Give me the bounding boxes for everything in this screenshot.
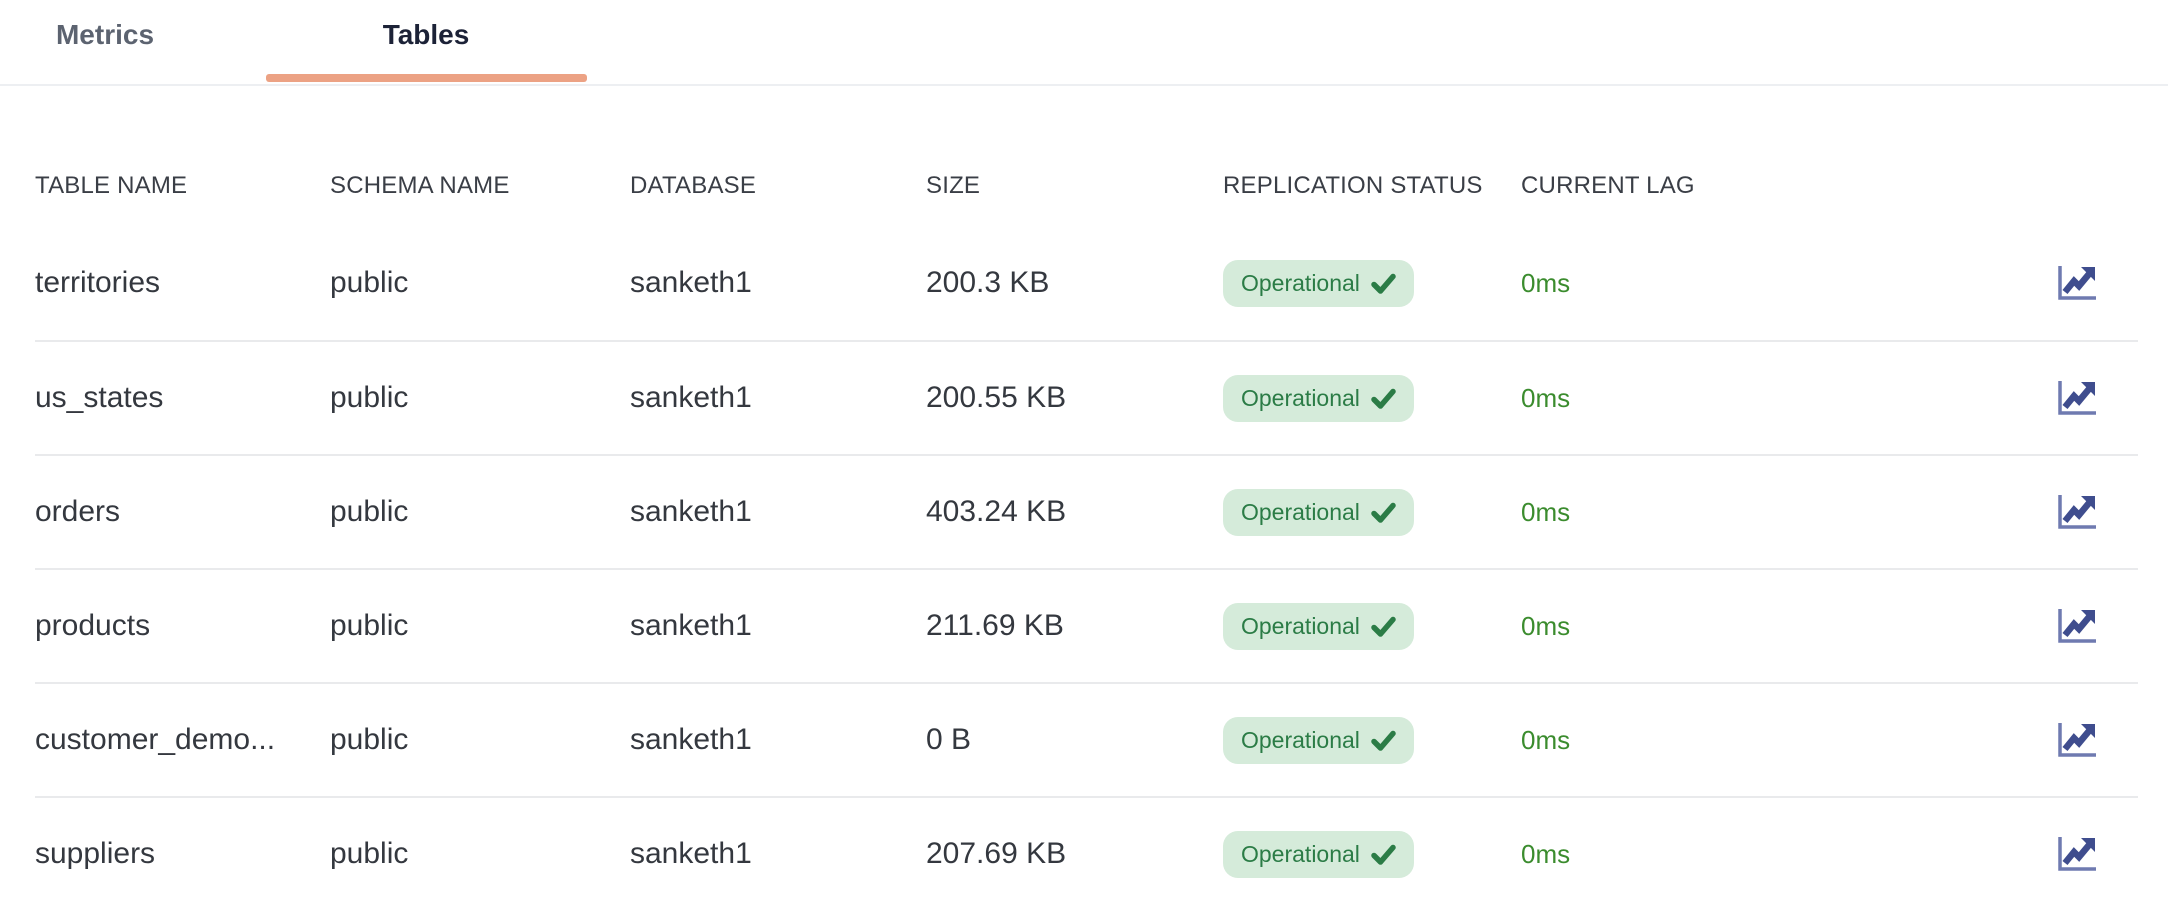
cell-size: 200.3 KB xyxy=(926,266,1223,300)
cell-actions xyxy=(2054,719,2138,761)
cell-database: sanketh1 xyxy=(630,381,926,415)
status-badge: Operational xyxy=(1223,489,1414,536)
table-row: us_states public sanketh1 200.55 KB Oper… xyxy=(35,340,2138,454)
tab-metrics[interactable]: Metrics xyxy=(25,19,185,51)
cell-schema-name: public xyxy=(330,609,630,643)
table-body: territories public sanketh1 200.3 KB Ope… xyxy=(35,226,2138,904)
chart-line-icon xyxy=(2054,377,2100,419)
cell-size: 403.24 KB xyxy=(926,495,1223,529)
tab-tables[interactable]: Tables xyxy=(266,19,586,51)
cell-size: 200.55 KB xyxy=(926,381,1223,415)
cell-replication-status: Operational xyxy=(1223,489,1521,536)
cell-current-lag: 0ms xyxy=(1521,725,2054,756)
cell-database: sanketh1 xyxy=(630,495,926,529)
view-table-metrics-button[interactable] xyxy=(2054,262,2100,304)
tab-bar: Metrics Tables xyxy=(0,0,2168,86)
column-header-database: DATABASE xyxy=(630,172,926,200)
cell-current-lag: 0ms xyxy=(1521,383,2054,414)
chart-line-icon xyxy=(2054,719,2100,761)
status-badge-label: Operational xyxy=(1241,615,1360,638)
column-header-replication-status: REPLICATION STATUS xyxy=(1223,172,1521,200)
cell-database: sanketh1 xyxy=(630,266,926,300)
check-icon xyxy=(1371,273,1396,294)
status-badge-label: Operational xyxy=(1241,387,1360,410)
cell-database: sanketh1 xyxy=(630,723,926,757)
table-row: products public sanketh1 211.69 KB Opera… xyxy=(35,568,2138,682)
cell-schema-name: public xyxy=(330,381,630,415)
table-row: territories public sanketh1 200.3 KB Ope… xyxy=(35,226,2138,340)
cell-actions xyxy=(2054,262,2138,304)
table-row: orders public sanketh1 403.24 KB Operati… xyxy=(35,454,2138,568)
view-table-metrics-button[interactable] xyxy=(2054,833,2100,875)
chart-line-icon xyxy=(2054,491,2100,533)
view-table-metrics-button[interactable] xyxy=(2054,491,2100,533)
view-table-metrics-button[interactable] xyxy=(2054,605,2100,647)
view-table-metrics-button[interactable] xyxy=(2054,719,2100,761)
active-tab-underline xyxy=(266,74,587,82)
cell-actions xyxy=(2054,605,2138,647)
cell-table-name: us_states xyxy=(35,381,330,415)
cell-current-lag: 0ms xyxy=(1521,497,2054,528)
column-header-current-lag: CURRENT LAG xyxy=(1521,172,2054,200)
tables-list: TABLE NAME SCHEMA NAME DATABASE SIZE REP… xyxy=(35,86,2138,904)
chart-line-icon xyxy=(2054,605,2100,647)
column-header-schema-name: SCHEMA NAME xyxy=(330,172,630,200)
cell-schema-name: public xyxy=(330,837,630,871)
cell-replication-status: Operational xyxy=(1223,831,1521,878)
cell-actions xyxy=(2054,377,2138,419)
status-badge: Operational xyxy=(1223,375,1414,422)
status-badge: Operational xyxy=(1223,603,1414,650)
cell-actions xyxy=(2054,491,2138,533)
chart-line-icon xyxy=(2054,833,2100,875)
chart-line-icon xyxy=(2054,262,2100,304)
cell-replication-status: Operational xyxy=(1223,717,1521,764)
table-row: suppliers public sanketh1 207.69 KB Oper… xyxy=(35,796,2138,904)
cell-size: 211.69 KB xyxy=(926,609,1223,643)
status-badge-label: Operational xyxy=(1241,729,1360,752)
column-header-size: SIZE xyxy=(926,172,1223,200)
check-icon xyxy=(1371,388,1396,409)
status-badge: Operational xyxy=(1223,260,1414,307)
table-header-row: TABLE NAME SCHEMA NAME DATABASE SIZE REP… xyxy=(35,86,2138,226)
cell-table-name: territories xyxy=(35,266,330,300)
cell-size: 207.69 KB xyxy=(926,837,1223,871)
check-icon xyxy=(1371,730,1396,751)
cell-replication-status: Operational xyxy=(1223,260,1521,307)
status-badge: Operational xyxy=(1223,717,1414,764)
table-row: customer_demo... public sanketh1 0 B Ope… xyxy=(35,682,2138,796)
cell-schema-name: public xyxy=(330,266,630,300)
column-header-table-name: TABLE NAME xyxy=(35,172,330,200)
cell-database: sanketh1 xyxy=(630,609,926,643)
cell-database: sanketh1 xyxy=(630,837,926,871)
status-badge: Operational xyxy=(1223,831,1414,878)
status-badge-label: Operational xyxy=(1241,501,1360,524)
check-icon xyxy=(1371,502,1396,523)
cell-replication-status: Operational xyxy=(1223,603,1521,650)
check-icon xyxy=(1371,616,1396,637)
cell-current-lag: 0ms xyxy=(1521,268,2054,299)
cell-schema-name: public xyxy=(330,723,630,757)
view-table-metrics-button[interactable] xyxy=(2054,377,2100,419)
check-icon xyxy=(1371,844,1396,865)
cell-table-name: products xyxy=(35,609,330,643)
cell-schema-name: public xyxy=(330,495,630,529)
cell-table-name: orders xyxy=(35,495,330,529)
cell-actions xyxy=(2054,833,2138,875)
cell-size: 0 B xyxy=(926,723,1223,757)
status-badge-label: Operational xyxy=(1241,843,1360,866)
cell-table-name: customer_demo... xyxy=(35,723,330,757)
cell-table-name: suppliers xyxy=(35,837,330,871)
cell-current-lag: 0ms xyxy=(1521,611,2054,642)
cell-current-lag: 0ms xyxy=(1521,839,2054,870)
status-badge-label: Operational xyxy=(1241,272,1360,295)
cell-replication-status: Operational xyxy=(1223,375,1521,422)
